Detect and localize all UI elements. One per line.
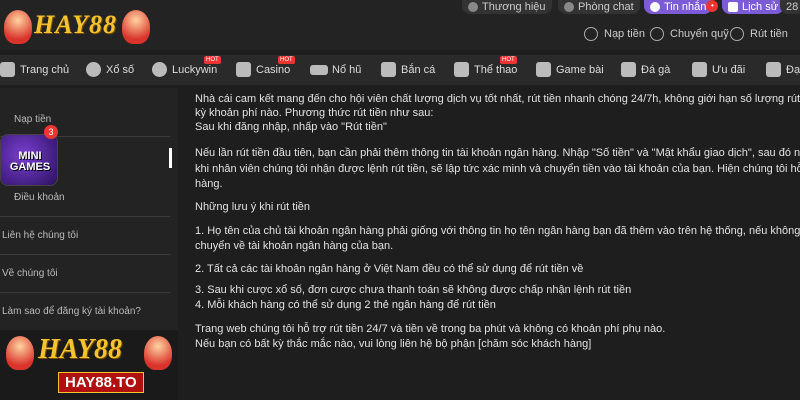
- nav-cockfight[interactable]: Đá gà: [621, 55, 670, 85]
- mascot-left-icon: [4, 10, 32, 44]
- tab-brand-label: Thương hiệu: [482, 1, 546, 13]
- nav-casino-label: Casino: [256, 64, 291, 76]
- nav-home-label: Trang chủ: [20, 64, 70, 76]
- bottom-logo-brand: HAY88: [38, 334, 123, 365]
- nav-promotions[interactable]: Ưu đãi: [692, 55, 745, 85]
- mini-games-badge: 3: [44, 125, 58, 139]
- tab-chat-label: Phòng chat: [578, 1, 634, 13]
- tab-more[interactable]: 28: [780, 0, 800, 14]
- nav-lottery-label: Xổ số: [106, 64, 135, 76]
- mascot-right-icon: [122, 10, 150, 44]
- message-icon: [650, 2, 660, 12]
- bottom-logo: HAY88 HAY88.TO: [0, 330, 178, 400]
- tab-messages[interactable]: Tin nhắn •: [644, 0, 719, 14]
- nav-agent-label: Đại: [786, 64, 800, 76]
- history-icon: [728, 2, 738, 12]
- home-icon: [0, 62, 15, 77]
- withdraw-icon: [730, 27, 744, 41]
- nav-fishing[interactable]: Bắn cá: [381, 55, 435, 85]
- deposit-button[interactable]: Nạp tiền: [578, 22, 653, 46]
- nav-sports[interactable]: Thể thao HOT: [454, 55, 517, 85]
- divider: [0, 216, 170, 217]
- mascot-right-icon: [144, 336, 172, 370]
- content-line: Nếu lần rút tiền đầu tiên, bạn cần phải …: [195, 147, 800, 159]
- nav-lottery[interactable]: Xổ số: [86, 55, 134, 85]
- messages-badge: •: [706, 0, 719, 12]
- transfer-button[interactable]: Chuyển quỹ: [644, 22, 737, 46]
- agent-icon: [766, 62, 781, 77]
- content-line: 3. Sau khi cược xổ số, đơn cược chưa tha…: [195, 284, 632, 296]
- gift-icon: [692, 62, 707, 77]
- content-line: Trang web chúng tôi hỗ trợ rút tiền 24/7…: [195, 323, 666, 335]
- content-line: 2. Tất cả các tài khoản ngân hàng ở Việt…: [195, 263, 584, 275]
- withdraw-button[interactable]: Rút tiền: [724, 22, 796, 46]
- nav-casino[interactable]: Casino HOT: [236, 55, 295, 85]
- main-nav: Trang chủ Xổ số Luckywin HOT Casino HOT …: [0, 55, 800, 85]
- nav-luckywin-label: Luckywin: [172, 64, 218, 76]
- chat-icon: [564, 2, 574, 12]
- nav-cockfight-label: Đá gà: [641, 64, 671, 76]
- casino-icon: [236, 62, 251, 77]
- tab-more-label: 28: [786, 1, 799, 13]
- bottom-logo-domain: HAY88.TO: [58, 372, 144, 393]
- logo-text: HAY88: [34, 10, 118, 39]
- slot-icon: [310, 65, 328, 75]
- tab-chat-room[interactable]: Phòng chat: [558, 0, 640, 14]
- ball-icon: [152, 62, 167, 77]
- active-indicator: [169, 148, 172, 168]
- sidebar-item-deposit[interactable]: Nạp tiền: [12, 114, 190, 125]
- nav-promotions-label: Ưu đãi: [712, 64, 746, 76]
- sidebar-item-contact[interactable]: Liên hệ chúng tôi: [0, 230, 178, 241]
- nav-home[interactable]: Trang chủ: [0, 55, 69, 85]
- nav-fishing-label: Bắn cá: [401, 64, 436, 76]
- content-line: Sau khi đăng nhập, nhấp vào "Rút tiền": [195, 121, 387, 133]
- content-line: Nhà cái cam kết mang đến cho hội viên ch…: [195, 93, 800, 105]
- nav-slots[interactable]: Nổ hũ: [310, 55, 361, 85]
- content-line: hàng.: [195, 178, 223, 190]
- tab-history[interactable]: Lịch sử: [722, 0, 785, 14]
- hot-badge: HOT: [278, 56, 295, 64]
- mini-games-button[interactable]: MINI GAMES: [0, 134, 58, 186]
- nav-agent[interactable]: Đại: [766, 55, 800, 85]
- content-line: Nếu bạn có bất kỳ thắc mắc nào, vui lòng…: [195, 338, 592, 350]
- divider: [0, 292, 170, 293]
- deposit-icon: [584, 27, 598, 41]
- hot-badge: HOT: [204, 56, 221, 64]
- header: HAY88 Thương hiệu Phòng chat Tin nhắn • …: [0, 0, 800, 50]
- tab-history-label: Lịch sử: [742, 1, 779, 13]
- cards-icon: [536, 62, 551, 77]
- brand-icon: [468, 2, 478, 12]
- mini-games-line2: GAMES: [9, 161, 51, 173]
- rooster-icon: [621, 62, 636, 77]
- mini-games-label: MINI GAMES: [6, 151, 54, 173]
- sidebar-item-terms[interactable]: Điều khoản: [12, 192, 190, 203]
- content-line: 1. Họ tên của chủ tài khoản ngân hàng ph…: [195, 225, 800, 237]
- content-line: kỳ khoản phí nào. Phương thức rút tiền n…: [195, 107, 434, 119]
- sidebar-item-register-help[interactable]: Làm sao để đăng ký tài khoản?: [0, 306, 178, 317]
- withdraw-label: Rút tiền: [750, 28, 788, 40]
- content-line: khi nhân viên chúng tôi nhận được lệnh r…: [195, 163, 800, 175]
- logo[interactable]: HAY88: [4, 4, 154, 46]
- content-line: 4. Mỗi khách hàng có thể sử dụng 2 thẻ n…: [195, 299, 496, 311]
- content-panel: Nhà cái cam kết mang đến cho hội viên ch…: [180, 88, 800, 400]
- nav-card-games-label: Game bài: [556, 64, 604, 76]
- divider: [0, 254, 170, 255]
- lottery-icon: [86, 62, 101, 77]
- nav-slots-label: Nổ hũ: [332, 64, 362, 76]
- deposit-label: Nạp tiền: [604, 28, 645, 40]
- content-line: chuyển về tài khoản ngân hàng của bạn.: [195, 240, 394, 252]
- tab-brand[interactable]: Thương hiệu: [462, 0, 552, 14]
- nav-luckywin[interactable]: Luckywin HOT: [152, 55, 221, 85]
- sport-icon: [454, 62, 469, 77]
- transfer-icon: [650, 27, 664, 41]
- nav-sports-label: Thể thao: [474, 64, 518, 76]
- fish-icon: [381, 62, 396, 77]
- mascot-left-icon: [6, 336, 34, 370]
- sidebar-item-about[interactable]: Về chúng tôi: [0, 268, 178, 279]
- hot-badge: HOT: [500, 56, 517, 64]
- transfer-label: Chuyển quỹ: [670, 28, 729, 40]
- content-heading: Những lưu ý khi rút tiền: [195, 201, 311, 213]
- tab-messages-label: Tin nhắn: [664, 1, 707, 13]
- nav-card-games[interactable]: Game bài: [536, 55, 604, 85]
